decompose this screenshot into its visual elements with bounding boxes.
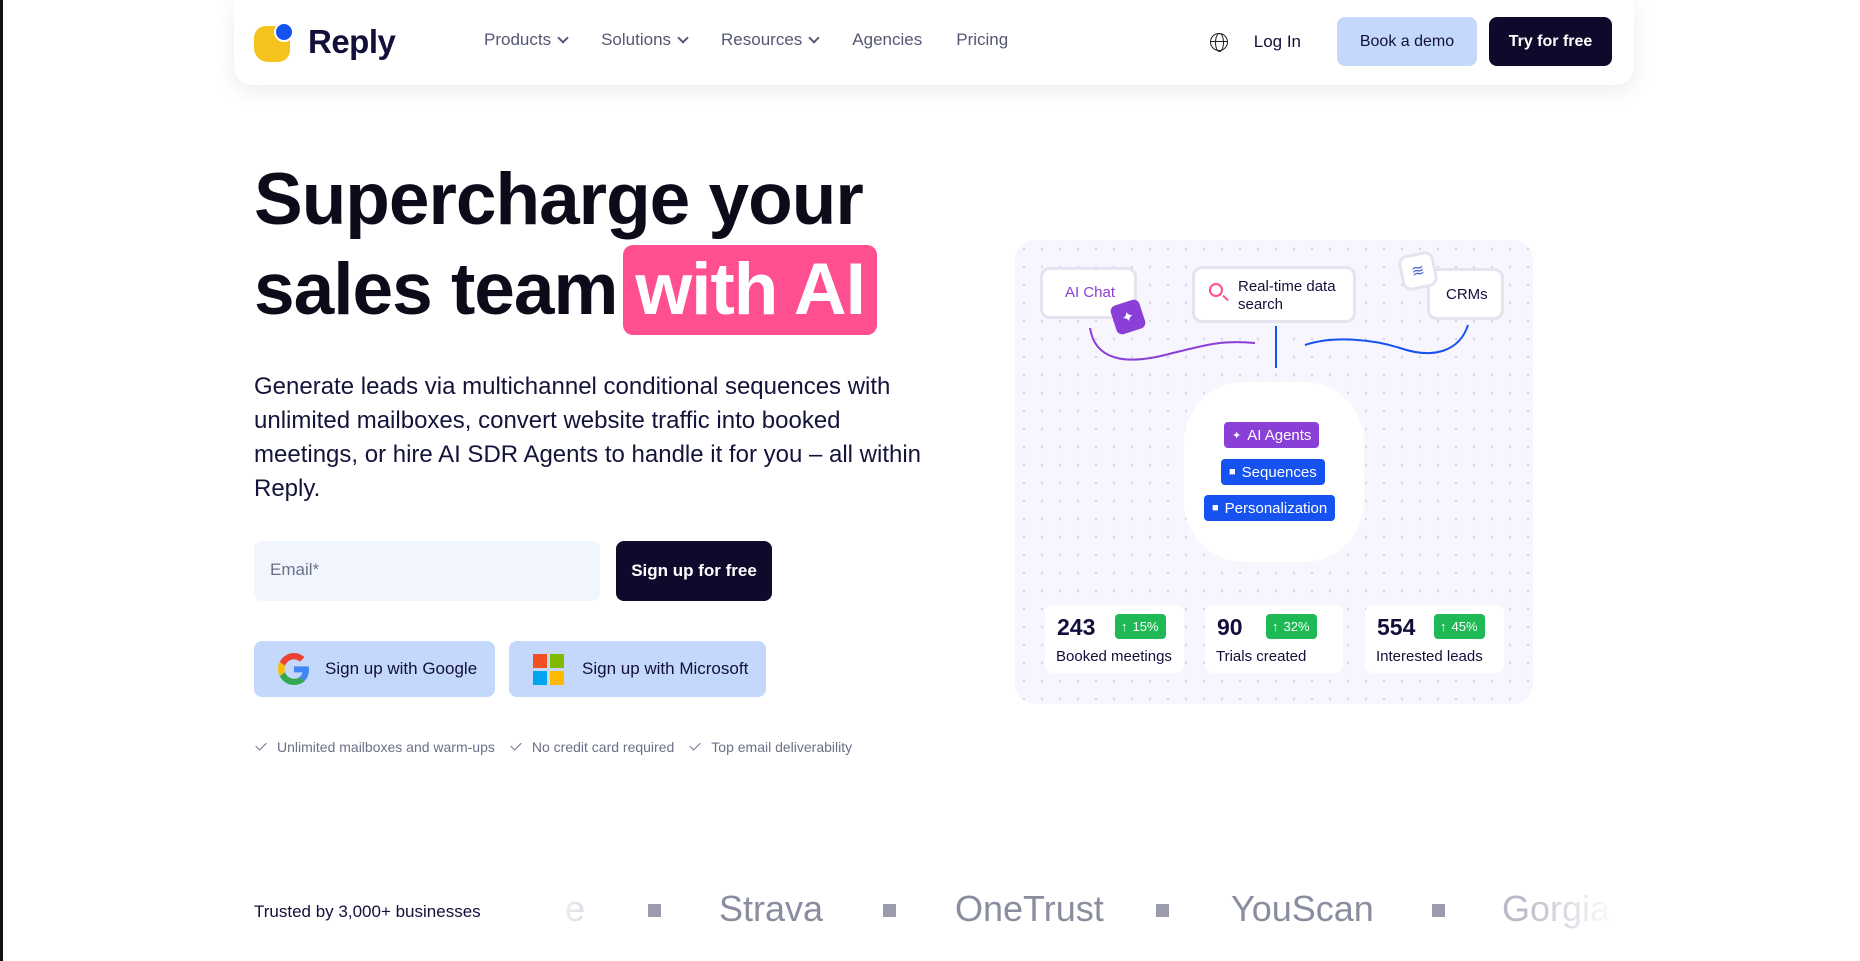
ai-chat-bubble: AI Chat ✦	[1040, 267, 1147, 336]
contact-card-icon: ■	[1212, 502, 1219, 514]
logos-fade-left	[545, 880, 605, 940]
stat-value: 90	[1217, 614, 1243, 640]
sequences-pill: ■ Sequences	[1221, 459, 1325, 485]
nav-actions: Log In Book a demo Try for free	[1209, 17, 1612, 66]
customer-logo: OneTrust	[955, 888, 1104, 929]
customer-logo: YouScan	[1231, 888, 1374, 929]
separator-square	[648, 904, 661, 917]
customer-logo: Strava	[719, 888, 824, 929]
crms-label: CRMs	[1446, 286, 1488, 303]
logos-fade-right	[1520, 880, 1615, 940]
reply-logo-icon	[254, 22, 294, 62]
benefit-item: Unlimited mailboxes and warm-ups	[255, 739, 495, 755]
realtime-search-bubble: Real-time data search	[1192, 266, 1356, 323]
sparkle-icon: ✦	[1232, 429, 1242, 442]
top-navbar: Reply Products Solutions Resources Agenc…	[234, 0, 1634, 85]
microsoft-button-label: Sign up with Microsoft	[582, 659, 749, 678]
menu-label: Solutions	[601, 30, 672, 49]
globe-icon[interactable]	[1209, 32, 1228, 52]
personalization-pill: ■ Personalization	[1204, 495, 1336, 521]
stat-label: Interested leads	[1376, 648, 1483, 665]
benefit-text: Top email deliverability	[711, 739, 853, 755]
window-edge	[0, 0, 3, 961]
google-button-label: Sign up with Google	[325, 659, 478, 678]
stat-change-badge: ↑ 45%	[1434, 614, 1485, 639]
arrow-up-icon: ↑	[1272, 619, 1279, 634]
separator-square	[1156, 904, 1169, 917]
sign-up-button[interactable]: Sign up for free	[616, 541, 772, 601]
ai-chat-label: AI Chat	[1065, 284, 1116, 301]
hero-headline: Supercharge your sales team with AI	[254, 155, 877, 335]
database-icon: ≋	[1396, 249, 1440, 293]
brand-name: Reply	[308, 23, 396, 60]
menu-label: Products	[484, 30, 552, 49]
benefit-text: Unlimited mailboxes and warm-ups	[277, 739, 495, 755]
benefit-item: Top email deliverability	[689, 739, 853, 755]
menu-item-solutions[interactable]: Solutions	[601, 30, 689, 50]
hero-subtitle: Generate leads via multichannel conditio…	[254, 373, 922, 502]
menu-item-products[interactable]: Products	[484, 30, 569, 50]
arrow-up-icon: ↑	[1440, 619, 1447, 634]
stat-change-badge: ↑ 32%	[1266, 614, 1317, 639]
stat-change: 32%	[1283, 619, 1310, 634]
check-icon	[510, 739, 522, 751]
pill-label: AI Agents	[1247, 426, 1312, 444]
separator-square	[883, 904, 896, 917]
menu-label: Resources	[721, 30, 803, 49]
login-link[interactable]: Log In	[1254, 32, 1301, 52]
benefits-list: Unlimited mailboxes and warm-ups No cred…	[255, 739, 870, 755]
check-icon	[255, 739, 267, 751]
trusted-by-label: Trusted by 3,000+ businesses	[254, 902, 481, 921]
check-icon	[689, 739, 701, 751]
realtime-label: Real-time data search	[1238, 278, 1336, 313]
separator-square	[1432, 904, 1445, 917]
feature-illustration: AI Chat ✦ Real-time data search ≋ CRMs ✦…	[1015, 240, 1533, 704]
stat-card: 90 ↑ 32% Trials created	[1205, 605, 1343, 673]
stat-value: 554	[1377, 614, 1416, 640]
stat-value: 243	[1057, 614, 1096, 640]
book-demo-button[interactable]: Book a demo	[1337, 17, 1477, 66]
arrow-up-icon: ↑	[1121, 619, 1128, 634]
pill-label: Personalization	[1224, 499, 1328, 517]
benefit-item: No credit card required	[510, 739, 675, 755]
try-for-free-button[interactable]: Try for free	[1489, 17, 1612, 66]
main-menu: Products Solutions Resources Agencies Pr…	[484, 30, 1042, 50]
menu-item-resources[interactable]: Resources	[721, 30, 820, 50]
headline-highlight: with AI	[623, 245, 877, 335]
headline-line-1: Supercharge your	[254, 159, 864, 240]
crms-bubble: ≋ CRMs	[1396, 249, 1504, 320]
microsoft-icon	[533, 653, 564, 685]
stat-change: 45%	[1451, 619, 1478, 634]
benefit-text: No credit card required	[531, 739, 675, 755]
features-hub: ✦ AI Agents ■ Sequences ■ Personalization	[1184, 382, 1364, 562]
pill-label: Sequences	[1241, 463, 1317, 481]
stat-change-badge: ↑ 15%	[1115, 614, 1166, 639]
microsoft-signup-button[interactable]: Sign up with Microsoft	[509, 641, 766, 697]
menu-label: Agencies	[852, 30, 923, 49]
menu-item-agencies[interactable]: Agencies	[852, 30, 922, 50]
google-icon	[278, 653, 309, 685]
ai-agents-pill: ✦ AI Agents	[1224, 422, 1320, 448]
stat-card: 243 ↑ 15% Booked meetings	[1045, 605, 1184, 673]
chevron-down-icon	[808, 31, 820, 44]
customer-logos-strip: e Strava OneTrust YouScan Gorgia	[545, 880, 1615, 940]
stat-change: 15%	[1132, 619, 1159, 634]
stat-label: Booked meetings	[1056, 648, 1172, 665]
menu-label: Pricing	[956, 30, 1009, 49]
headline-line-2: sales team	[254, 249, 618, 330]
brand-logo[interactable]: Reply	[254, 22, 396, 62]
menu-item-pricing[interactable]: Pricing	[956, 30, 1008, 50]
search-icon	[1209, 283, 1223, 297]
chevron-down-icon	[557, 31, 569, 44]
email-input[interactable]: Email*	[254, 541, 600, 601]
sequence-icon: ■	[1229, 466, 1236, 478]
stat-label: Trials created	[1216, 648, 1307, 665]
chevron-down-icon	[677, 31, 689, 44]
stat-card: 554 ↑ 45% Interested leads	[1365, 605, 1504, 673]
google-signup-button[interactable]: Sign up with Google	[254, 641, 495, 697]
